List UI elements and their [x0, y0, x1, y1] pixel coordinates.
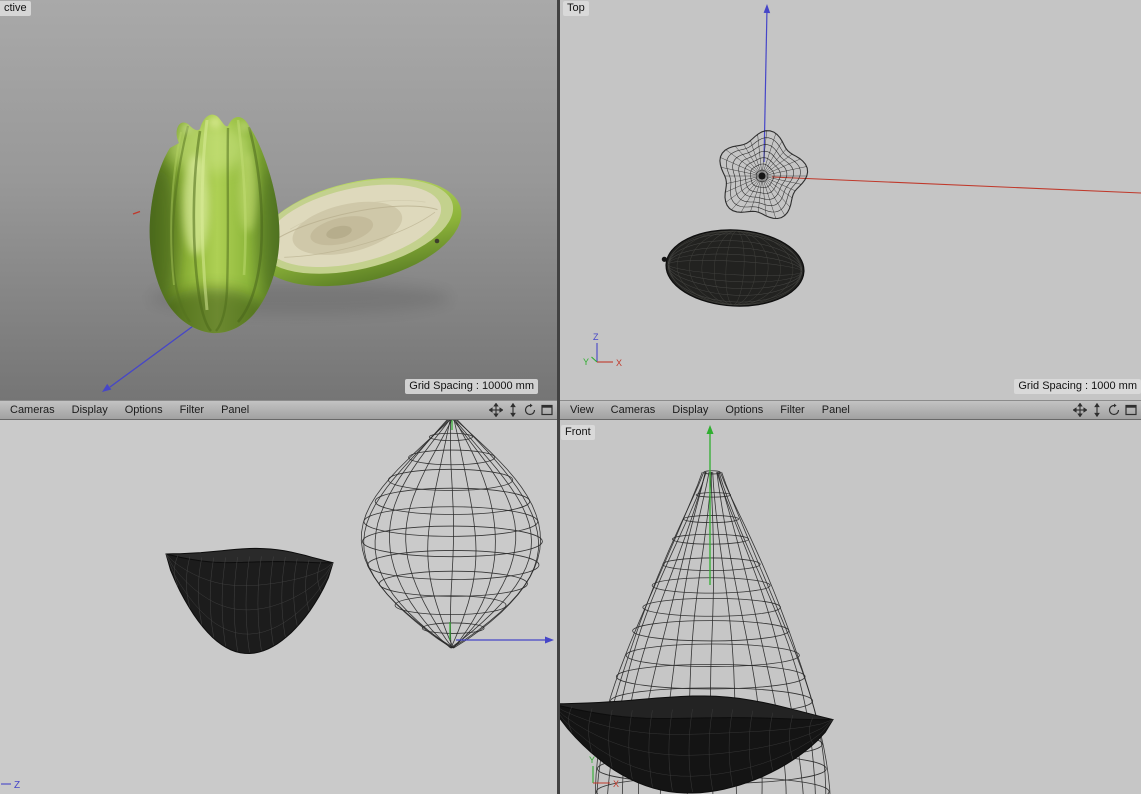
viewport-nav-icons: [1073, 403, 1141, 417]
menu-options[interactable]: Options: [125, 404, 163, 416]
menu-display[interactable]: Display: [672, 404, 708, 416]
viewport-menu: Cameras Display Options Filter Panel: [0, 404, 266, 416]
maximize-icon[interactable]: [540, 403, 554, 417]
wireframe-top-view: [661, 130, 809, 307]
grid-spacing-badge: Grid Spacing : 1000 mm: [1014, 379, 1141, 394]
axis-z-label: Z: [593, 332, 599, 342]
menu-cameras[interactable]: Cameras: [10, 404, 55, 416]
x-axis-tick: [132, 210, 141, 215]
move-icon[interactable]: [489, 403, 503, 417]
side-scene: Z: [1, 420, 554, 791]
viewport-nav-icons: [489, 403, 557, 417]
viewport-bottom-left[interactable]: Z: [0, 420, 557, 794]
viewport-front[interactable]: Y X Front: [560, 420, 1141, 794]
perspective-scene: [102, 114, 462, 392]
menu-panel[interactable]: Panel: [221, 404, 249, 416]
menubar-front-viewport: View Cameras Display Options Filter Pane…: [560, 400, 1141, 420]
axis-orientation-widget: Z Y X: [583, 332, 622, 368]
menubar-bottom-left-viewport: Cameras Display Options Filter Panel: [0, 400, 557, 420]
menu-filter[interactable]: Filter: [180, 404, 204, 416]
axis-y-label: Y: [589, 755, 595, 765]
z-axis-arrow: [763, 4, 771, 163]
menu-display[interactable]: Display: [72, 404, 108, 416]
zoom-icon[interactable]: [1090, 403, 1104, 417]
rotate-icon[interactable]: [1107, 403, 1121, 417]
rotate-icon[interactable]: [523, 403, 537, 417]
top-scene: Z Y X: [583, 4, 1141, 368]
axis-y-label: Y: [583, 357, 589, 367]
wireframe-models: [560, 470, 834, 794]
menu-options[interactable]: Options: [725, 404, 763, 416]
x-axis-line: [771, 176, 1141, 194]
viewport-label: ctive: [0, 1, 31, 16]
viewport-top[interactable]: Z Y X Top Grid Spacing : 1000 mm: [560, 0, 1141, 400]
axis-x-label: X: [613, 779, 619, 789]
viewport-label: Front: [561, 425, 595, 440]
viewport-perspective[interactable]: ctive Grid Spacing : 10000 mm: [0, 0, 557, 400]
menu-view[interactable]: View: [570, 404, 594, 416]
menu-cameras[interactable]: Cameras: [611, 404, 656, 416]
grid-spacing-badge: Grid Spacing : 10000 mm: [405, 379, 538, 394]
wireframe-models: [165, 420, 543, 655]
front-scene: Y X: [560, 425, 834, 794]
axis-z-label: Z: [14, 780, 20, 791]
move-icon[interactable]: [1073, 403, 1087, 417]
viewport-grid: ctive Grid Spacing : 10000 mm Z Y X Top …: [0, 0, 1141, 794]
axis-orientation-widget: Z: [1, 780, 20, 791]
menu-filter[interactable]: Filter: [780, 404, 804, 416]
z-axis-arrow: [456, 636, 554, 644]
maximize-icon[interactable]: [1124, 403, 1138, 417]
viewport-menu: View Cameras Display Options Filter Pane…: [560, 404, 867, 416]
menu-panel[interactable]: Panel: [822, 404, 850, 416]
zoom-icon[interactable]: [506, 403, 520, 417]
axis-x-label: X: [616, 358, 622, 368]
viewport-label: Top: [563, 1, 589, 16]
stem-dot: [434, 238, 440, 244]
